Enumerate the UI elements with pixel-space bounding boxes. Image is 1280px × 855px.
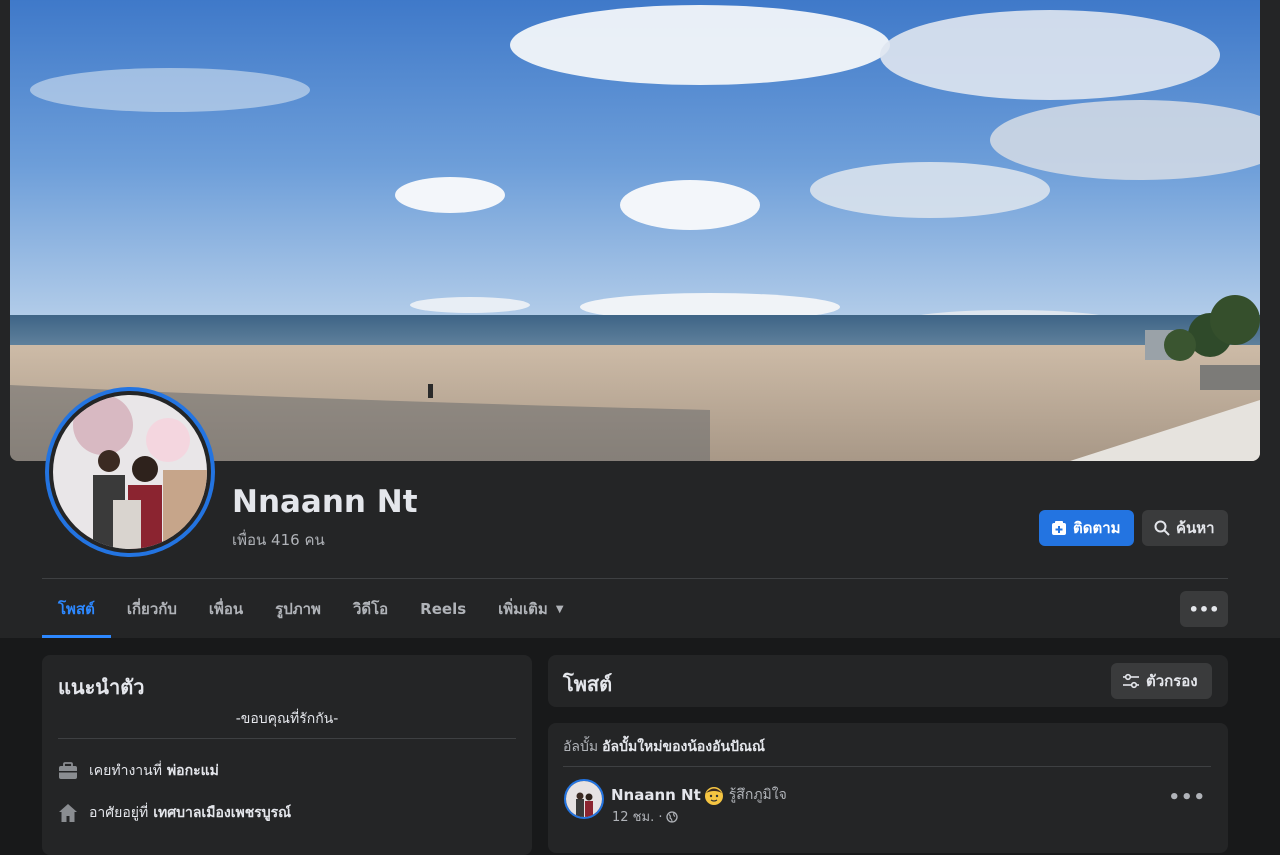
tab-videos[interactable]: วิดีโอ xyxy=(337,580,404,638)
filter-label: ตัวกรอง xyxy=(1146,672,1198,690)
profile-tabs: โพสต์ เกี่ยวกับ เพื่อน รูปภาพ วิดีโอ Ree… xyxy=(42,580,580,638)
follow-button[interactable]: ติดตาม xyxy=(1039,510,1134,546)
bio-text: -ขอบคุณที่รักกัน- xyxy=(235,711,339,727)
globe-icon xyxy=(666,810,679,823)
header-divider xyxy=(42,578,1228,579)
profile-name: Nnaann Nt xyxy=(232,484,418,520)
briefcase-icon xyxy=(59,762,77,779)
posts-header-card: โพสต์ ตัวกรอง xyxy=(548,655,1228,707)
post-card: อัลบั้ม อัลบั้มใหม่ของน้องอันปัณณ์ Nnaann… xyxy=(548,723,1228,853)
filter-button[interactable]: ตัวกรอง xyxy=(1111,663,1212,699)
post-feeling: รู้สึกภูมิใจ xyxy=(728,787,787,803)
album-line: อัลบั้ม อัลบั้มใหม่ของน้องอันปัณณ์ xyxy=(563,739,765,755)
tab-photos[interactable]: รูปภาพ xyxy=(259,580,337,638)
cover-photo[interactable] xyxy=(10,0,1260,461)
home-icon xyxy=(59,804,77,822)
tab-friends[interactable]: เพื่อน xyxy=(193,580,259,638)
intro-card: แนะนำตัว -ขอบคุณที่รักกัน- เคยทำงานที่ พ่… xyxy=(42,655,532,855)
search-label: ค้นหา xyxy=(1176,519,1215,537)
tab-more[interactable]: เพิ่มเติม ▼ xyxy=(482,580,579,638)
intro-title: แนะนำตัว xyxy=(58,675,145,699)
emoji-icon xyxy=(704,787,723,805)
post-options-button[interactable]: ••• xyxy=(1168,787,1206,808)
tab-reels[interactable]: Reels xyxy=(404,580,482,638)
album-link[interactable]: อัลบั้มใหม่ของน้องอันปัณณ์ xyxy=(602,739,765,755)
posts-title: โพสต์ xyxy=(563,672,613,696)
home-info: อาศัยอยู่ที่ เทศบาลเมืองเพชรบูรณ์ xyxy=(58,802,291,824)
tab-posts[interactable]: โพสต์ xyxy=(42,580,111,638)
caret-down-icon: ▼ xyxy=(555,603,564,615)
post-author-line: Nnaann Nt รู้สึกภูมิใจ xyxy=(611,784,787,806)
more-icon: ••• xyxy=(1188,599,1220,619)
friend-count[interactable]: เพื่อน 416 คน xyxy=(232,528,325,552)
profile-more-button[interactable]: ••• xyxy=(1180,591,1228,627)
post-timestamp[interactable]: 12 ชม. · xyxy=(612,806,662,827)
intro-divider xyxy=(58,738,516,739)
post-avatar[interactable] xyxy=(564,779,604,819)
follow-label: ติดตาม xyxy=(1073,519,1121,537)
filter-icon xyxy=(1123,673,1139,689)
follow-icon xyxy=(1052,521,1066,535)
search-icon xyxy=(1154,520,1170,536)
profile-avatar[interactable] xyxy=(45,387,215,557)
post-author-name[interactable]: Nnaann Nt xyxy=(611,786,701,804)
post-time: 12 ชม. · xyxy=(612,806,679,827)
work-info: เคยทำงานที่ พ่อกะแม่ xyxy=(58,760,219,782)
tab-about[interactable]: เกี่ยวกับ xyxy=(111,580,193,638)
post-divider xyxy=(563,766,1211,767)
search-button[interactable]: ค้นหา xyxy=(1142,510,1228,546)
work-link[interactable]: พ่อกะแม่ xyxy=(167,760,219,782)
home-link[interactable]: เทศบาลเมืองเพชรบูรณ์ xyxy=(153,802,291,824)
